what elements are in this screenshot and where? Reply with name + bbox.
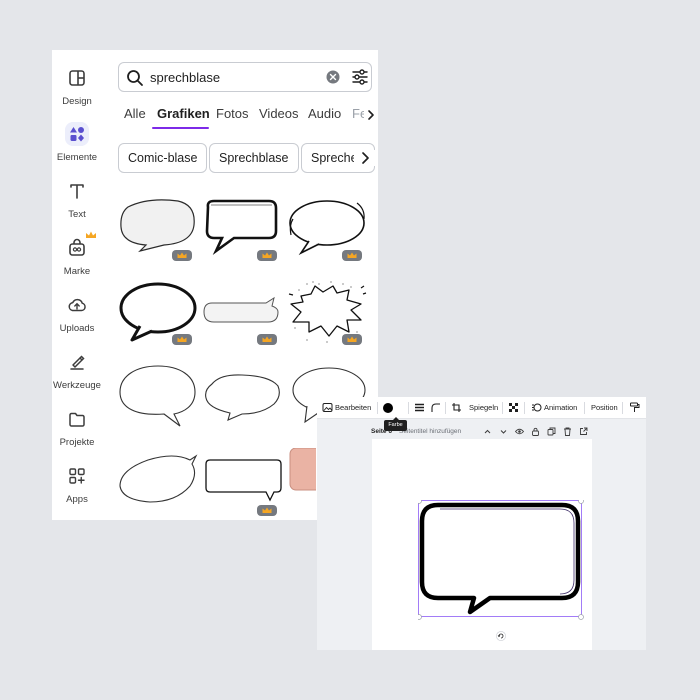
search-input[interactable]: sprechblase: [150, 70, 220, 85]
chip-sprechblase[interactable]: Sprechblase: [209, 143, 299, 173]
design-page[interactable]: [372, 439, 592, 650]
crop-icon[interactable]: [451, 402, 462, 413]
premium-badge: [257, 334, 277, 345]
rail-label: Text: [68, 209, 86, 220]
duplicate-icon[interactable]: [547, 427, 556, 436]
page-title-input[interactable]: Seitentitel hinzufügen: [399, 428, 461, 435]
animation-icon: [532, 403, 542, 412]
position-button[interactable]: Position: [591, 403, 618, 412]
image-edit-icon: [322, 403, 333, 412]
premium-badge: [172, 250, 192, 261]
color-swatch-button[interactable]: [383, 403, 393, 413]
rail-label: Design: [62, 96, 92, 107]
rail-item-elements[interactable]: Elemente: [52, 122, 102, 174]
toolbar-divider: [622, 402, 623, 414]
rail-label: Werkzeuge: [53, 380, 101, 391]
tab-videos[interactable]: Videos: [259, 106, 299, 121]
rail-item-text[interactable]: Text: [52, 179, 102, 231]
premium-badge: [342, 334, 362, 345]
crown-icon: [262, 252, 272, 258]
context-toolbar: Bearbeiten Spiegeln Animation Position: [317, 397, 646, 419]
text-icon: [70, 184, 84, 199]
chevron-right-icon[interactable]: [364, 107, 378, 123]
chevron-right-icon[interactable]: [354, 150, 376, 166]
rail-label: Apps: [66, 494, 88, 505]
toolbar-divider: [584, 402, 585, 414]
crown-icon: [347, 252, 357, 258]
crown-icon: [262, 336, 272, 342]
clear-icon[interactable]: [326, 70, 340, 84]
premium-badge: [172, 334, 192, 345]
toolbar-divider: [502, 402, 503, 414]
crown-icon: [86, 231, 96, 238]
transparency-icon[interactable]: [508, 402, 519, 413]
chevron-down-icon[interactable]: [499, 427, 508, 436]
premium-badge: [342, 250, 362, 261]
crown-icon: [177, 252, 187, 258]
color-tooltip: Farbe: [384, 417, 407, 431]
speech-bubble-graphic: [119, 454, 198, 503]
crown-icon: [177, 336, 187, 342]
search-field[interactable]: sprechblase: [118, 62, 372, 92]
folder-icon: [69, 412, 85, 427]
premium-badge: [257, 505, 277, 516]
tab-audio[interactable]: Audio: [308, 106, 341, 121]
rail-label: Uploads: [59, 323, 95, 334]
eye-icon[interactable]: [515, 427, 524, 436]
cloud-upload-icon: [68, 298, 86, 312]
result-graphic[interactable]: [118, 448, 198, 518]
speech-bubble-graphic: [119, 365, 196, 427]
selected-speech-bubble[interactable]: [418, 500, 590, 624]
editor-canvas: Bearbeiten Spiegeln Animation Position S…: [317, 397, 646, 650]
side-rail: Design Elemente Text Marke Uploads Werkz…: [52, 50, 102, 520]
toolbar-divider: [445, 402, 446, 414]
crown-icon: [262, 507, 272, 513]
layout-icon: [69, 70, 85, 86]
result-graphic[interactable]: [118, 362, 198, 432]
rail-item-tools[interactable]: Werkzeuge: [52, 350, 102, 402]
rail-item-uploads[interactable]: Uploads: [52, 293, 102, 345]
rail-label: Marke: [63, 266, 91, 277]
flip-button[interactable]: Spiegeln: [469, 403, 498, 412]
toolbar-divider: [408, 402, 409, 414]
trash-icon[interactable]: [563, 427, 572, 436]
corner-rounding-icon[interactable]: [430, 402, 441, 413]
tools-icon: [70, 355, 85, 370]
tab-alle[interactable]: Alle: [124, 106, 146, 121]
lock-icon[interactable]: [531, 427, 540, 436]
speech-bubble-graphic: [205, 374, 280, 421]
rotate-handle-icon[interactable]: [496, 631, 506, 641]
animation-button[interactable]: Animation: [544, 403, 577, 412]
content-tabs: Alle Grafiken Fotos Videos Audio Fe: [118, 102, 378, 132]
share-page-icon[interactable]: [579, 427, 588, 436]
result-graphic[interactable]: [202, 362, 282, 432]
paint-roller-icon[interactable]: [629, 402, 640, 413]
rail-label: Elemente: [56, 152, 98, 163]
crown-icon: [347, 336, 357, 342]
tab-grafiken[interactable]: Grafiken: [157, 106, 210, 121]
rail-label: Projekte: [59, 437, 95, 448]
premium-badge: [257, 250, 277, 261]
active-tab-indicator: [152, 127, 209, 129]
rail-item-apps[interactable]: Apps: [52, 464, 102, 516]
apps-icon: [69, 468, 85, 484]
rail-item-projects[interactable]: Projekte: [52, 407, 102, 459]
rail-item-brand[interactable]: Marke: [52, 231, 102, 288]
search-icon: [127, 70, 143, 86]
edit-button[interactable]: Bearbeiten: [335, 403, 371, 412]
border-style-icon[interactable]: [414, 402, 425, 413]
rail-item-design[interactable]: Design: [52, 66, 102, 118]
chip-comic-blase[interactable]: Comic-blase: [118, 143, 208, 173]
result-graphic[interactable]: [288, 448, 316, 518]
toolbar-divider: [524, 402, 525, 414]
chevron-up-icon[interactable]: [483, 427, 492, 436]
toolbar-divider: [377, 402, 378, 414]
shapes-icon: [65, 122, 89, 146]
tab-fotos[interactable]: Fotos: [216, 106, 249, 121]
filter-icon[interactable]: [351, 68, 369, 86]
speech-bubble-graphic: [289, 448, 316, 491]
